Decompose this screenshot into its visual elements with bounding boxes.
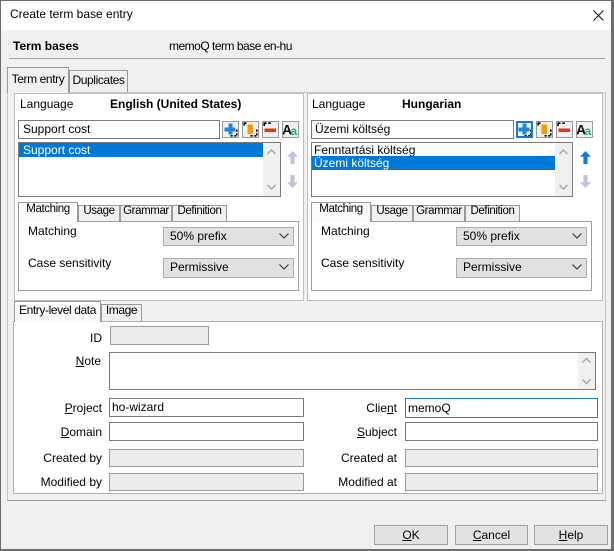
- svg-text:a: a: [585, 124, 592, 137]
- svg-text:a: a: [291, 124, 298, 137]
